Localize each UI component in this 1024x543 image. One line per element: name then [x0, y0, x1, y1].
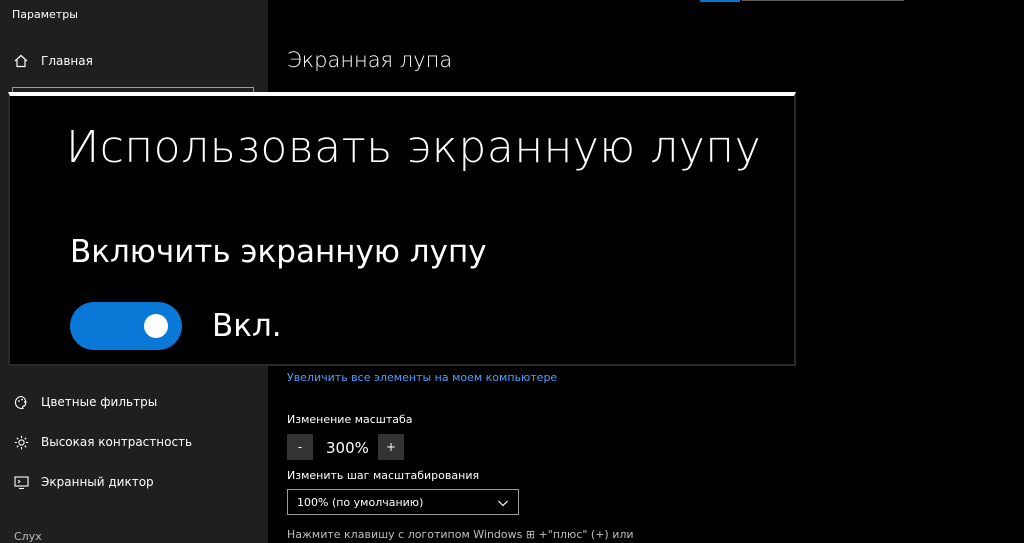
- section-label-hearing: Слух: [14, 530, 42, 543]
- home-icon: [13, 53, 29, 69]
- zoom-level-label: Изменение масштаба: [287, 413, 413, 426]
- zoom-step-select[interactable]: 100% (по умолчанию): [287, 489, 519, 515]
- sidebar-item-narrator[interactable]: Экранный диктор: [0, 464, 268, 500]
- sidebar-item-high-contrast[interactable]: Высокая контрастность: [0, 424, 268, 460]
- magnifier-toggle-label: Включить экранную лупу: [70, 234, 487, 270]
- window-accent-bar: [700, 0, 740, 2]
- palette-icon: [13, 394, 29, 410]
- shortcut-hint: Нажмите клавишу с логотипом Windows ⊞ +"…: [287, 528, 634, 541]
- narrator-icon: [13, 474, 29, 490]
- toggle-knob: [144, 314, 168, 338]
- window-top-line: [742, 0, 904, 1]
- zoom-level-value: 300%: [326, 439, 369, 457]
- scale-everything-link[interactable]: Увеличить все элементы на моем компьютер…: [287, 371, 557, 384]
- magnifier-heading: Использовать экранную лупу: [66, 122, 762, 173]
- zoom-step-label: Изменить шаг масштабирования: [287, 469, 480, 482]
- zoom-step-value: 100% (по умолчанию): [297, 495, 424, 509]
- sidebar-item-label: Цветные фильтры: [41, 395, 158, 409]
- sidebar-item-label: Главная: [41, 54, 93, 68]
- page-title: Экранная лупа: [287, 48, 453, 72]
- sidebar-item-home[interactable]: Главная: [0, 43, 268, 79]
- sidebar-item-color-filters[interactable]: Цветные фильтры: [0, 384, 268, 420]
- zoom-in-button[interactable]: +: [378, 434, 404, 460]
- toggle-state-label: Вкл.: [212, 308, 282, 344]
- sun-icon: [13, 434, 29, 450]
- sidebar-item-label: Экранный диктор: [41, 475, 154, 489]
- zoom-out-button[interactable]: -: [287, 434, 313, 460]
- magnifier-lens-view: Использовать экранную лупу Включить экра…: [8, 92, 796, 366]
- sidebar-item-label: Высокая контрастность: [41, 435, 193, 449]
- magnifier-toggle[interactable]: [70, 302, 182, 350]
- window-title: Параметры: [12, 8, 78, 21]
- chevron-down-icon: [496, 495, 510, 509]
